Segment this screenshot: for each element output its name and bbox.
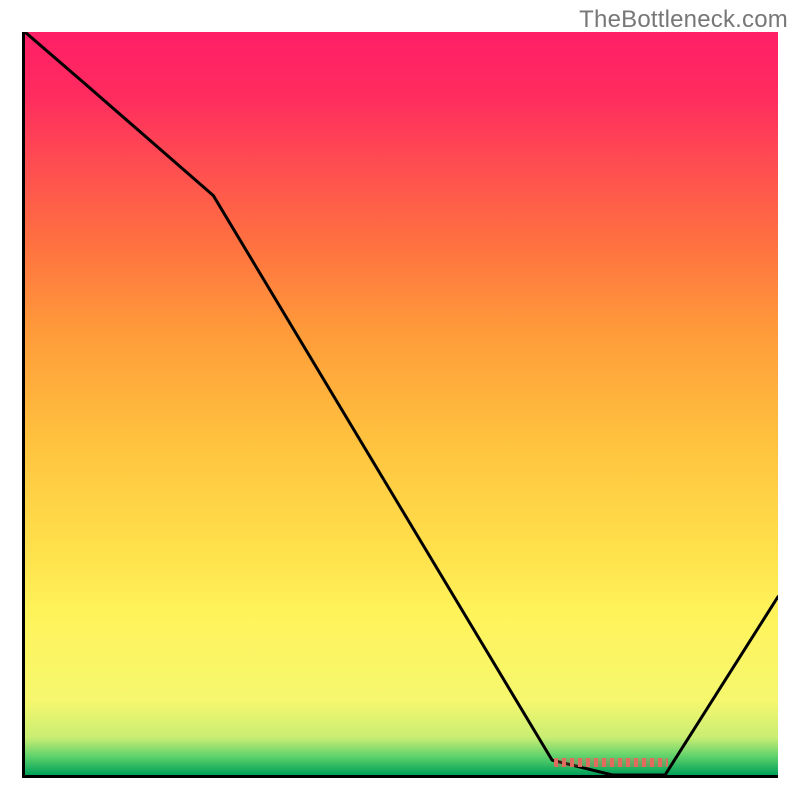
plot-area xyxy=(22,32,778,778)
watermark-label: TheBottleneck.com xyxy=(579,6,788,34)
bottleneck-curve xyxy=(25,32,778,775)
optimal-range-marker xyxy=(554,758,667,767)
chart-container: TheBottleneck.com xyxy=(0,0,800,800)
